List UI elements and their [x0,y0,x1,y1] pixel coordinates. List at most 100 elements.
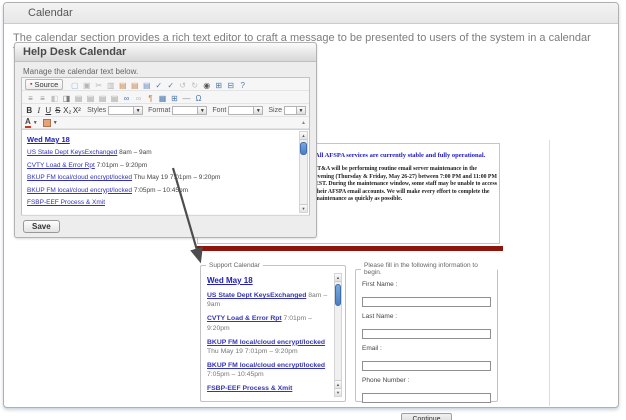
form-field: Email : [362,345,491,372]
event-link[interactable]: CVTY Load & Error Rpt [27,162,95,169]
screenshot-stage: Calendar The calendar section provides a… [0,0,626,420]
panel-title: Help Desk Calendar [15,43,316,62]
strikethrough-button[interactable]: S [54,105,63,116]
text-color-button[interactable]: A ▼ [25,117,38,128]
calendar-event: BKUP FM local/cloud encrypt/locked Thu M… [27,174,295,181]
calendar-event: BKUP FM local/cloud encrypt/locked 7:05p… [207,361,332,379]
event-link[interactable]: FSBP-EEF Process & Xmit [207,385,292,392]
support-calendar-list: Wed May 18 US State Dept KeysExchanged 8… [207,273,332,398]
styles-label: Styles [87,107,106,114]
bullet-list-icon[interactable]: ≡ [37,93,48,104]
special-char-icon[interactable]: Ω [193,93,204,104]
form-field: Phone Number : [362,377,491,404]
page-title: Calendar [28,7,73,19]
chevron-down-icon[interactable]: ▼ [254,106,263,115]
indent-icon[interactable]: ◨ [61,93,72,104]
editor-toolbar-row-3: B I U S X₂ X² Styles ▼ Format ▼ Font [22,104,309,117]
event-link[interactable]: BKUP FM local/cloud encrypt/locked [207,339,325,346]
event-link[interactable]: BKUP FM local/cloud encrypt/locked [207,362,325,369]
scroll-up-icon[interactable]: ▲ [335,380,341,388]
unlink-icon[interactable]: ∞ [133,93,144,104]
show-blocks-icon[interactable]: ⊟ [225,80,236,91]
scroll-up-icon[interactable]: ▲ [300,132,307,140]
status-body: IT&A will be performing routine email se… [315,166,497,204]
event-time: 8am – 9am [119,149,152,156]
editor-content-area[interactable]: Wed May 18 US State Dept KeysExchanged 8… [22,129,309,214]
event-time: 7:01pm – 9:20pm [97,162,148,169]
editor-toolbar-row-4: A ▼ ▼ ▲ [22,117,309,129]
chevron-down-icon[interactable]: ▼ [134,106,143,115]
day-header: Wed May 18 [207,276,332,285]
background-color-button[interactable]: ▼ [43,119,58,127]
scroll-down-icon[interactable]: ▼ [300,204,307,212]
size-dropdown[interactable]: Size ▼ [268,106,306,115]
scroll-up-icon[interactable]: ▲ [335,274,341,282]
support-calendar-legend: Support Calendar [206,262,263,269]
chevron-down-icon[interactable]: ▼ [297,106,306,115]
rich-text-editor: ▪ Source ▢▣✂▥▤▤▤✓✓↺↻◉⊞⊟? ≡≡◧◨▤▤▤▤∞∞¶▦⊞—Ω… [21,77,310,216]
horizontal-rule-icon[interactable]: — [181,93,192,104]
about-icon[interactable]: ? [237,80,248,91]
format-value [172,106,198,115]
editor-scrollbar[interactable]: ▲ ▼ [299,131,308,213]
last-name-label: Last Name : [362,313,491,320]
email-input[interactable] [362,361,491,371]
styles-dropdown[interactable]: Styles ▼ [87,106,143,115]
event-link[interactable]: BKUP FM local/cloud encrypt/locked [27,174,132,181]
panel-divider [21,215,310,216]
anchor-icon[interactable]: ¶ [145,93,156,104]
event-link[interactable]: US State Dept KeysExchanged [27,149,117,156]
calendar-event: US State Dept KeysExchanged 8am – 9am [27,149,295,156]
align-center-icon[interactable]: ▤ [85,93,96,104]
window-titlebar: Calendar [4,3,618,24]
scrollbar-thumb[interactable] [300,142,307,155]
calendar-event: BKUP FM local/cloud encrypt/locked 7:05p… [27,187,295,194]
text-color-icon: A [25,117,31,128]
contact-form-legend: Please fill in the following information… [361,262,497,276]
align-right-icon[interactable]: ▤ [97,93,108,104]
italic-button[interactable]: I [35,105,44,116]
align-left-icon[interactable]: ▤ [73,93,84,104]
scroll-down-icon[interactable]: ▼ [335,388,341,396]
link-icon[interactable]: ∞ [121,93,132,104]
subscript-button[interactable]: X₂ [63,105,72,116]
superscript-button[interactable]: X² [73,105,82,116]
event-link[interactable]: US State Dept KeysExchanged [207,292,306,299]
underline-button[interactable]: U [44,105,53,116]
event-link[interactable]: BKUP FM local/cloud encrypt/locked [27,187,132,194]
numbered-list-icon[interactable]: ≡ [25,93,36,104]
event-time: 7:05pm – 10:45pm [134,187,188,194]
phone-number-input[interactable] [362,393,491,403]
image-icon[interactable]: ▦ [157,93,168,104]
help-desk-calendar-panel: Help Desk Calendar Manage the calendar t… [14,42,317,238]
format-dropdown[interactable]: Format ▼ [148,106,207,115]
bold-button[interactable]: B [25,105,34,116]
phone-number-label: Phone Number : [362,377,491,384]
save-button[interactable]: Save [23,220,60,233]
event-link[interactable]: FSBP-EEF Process & Xmit [27,199,105,206]
event-link[interactable]: CVTY Load & Error Rpt [207,315,282,322]
scrollbar-thumb[interactable] [335,284,341,306]
continue-button[interactable]: Continue [401,413,451,420]
styles-value [108,106,134,115]
calendar-event: FSBP-EEF Process & Xmit [27,199,295,206]
support-calendar-scrollbar[interactable]: ▲ ▲ ▼ [334,273,342,397]
chevron-down-icon[interactable]: ▼ [198,106,207,115]
table-icon[interactable]: ⊞ [169,93,180,104]
editor-toolbar-row-2: ≡≡◧◨▤▤▤▤∞∞¶▦⊞—Ω [22,91,309,104]
format-label: Format [148,107,170,114]
align-justify-icon[interactable]: ▤ [109,93,120,104]
maximize-icon[interactable]: ⊞ [213,80,224,91]
page-accent-bar [197,246,503,251]
font-dropdown[interactable]: Font ▼ [212,106,263,115]
last-name-input[interactable] [362,329,491,339]
outdent-icon[interactable]: ◧ [49,93,60,104]
event-time: Thu May 19 7:01pm – 9:20pm [207,348,298,355]
first-name-input[interactable] [362,297,491,307]
contact-info-fieldset: Please fill in the following information… [355,262,498,402]
event-time: Thu May 19 7:01pm – 9:20pm [134,174,221,181]
event-time: 7:05pm – 10:45pm [207,371,264,378]
collapse-toolbar-icon[interactable]: ▲ [301,120,306,126]
font-label: Font [212,107,226,114]
calendar-event: CVTY Load & Error Rpt 7:01pm – 9:20pm [27,162,295,169]
